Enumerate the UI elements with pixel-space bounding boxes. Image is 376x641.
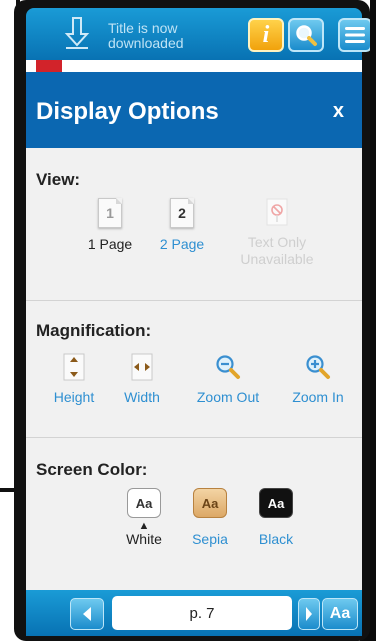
view-1-page-label: 1 Page xyxy=(87,236,133,252)
sepia-label: Sepia xyxy=(192,531,228,547)
zoom-in-label: Zoom In xyxy=(292,389,344,405)
screen-color-black-option[interactable]: Aa Black xyxy=(248,488,304,547)
view-section: View: 1 1 Page 2 2 Page Text Only Unavai… xyxy=(26,148,362,301)
black-swatch: Aa xyxy=(259,488,293,518)
previous-page-button[interactable] xyxy=(70,598,104,630)
zoom-in-option[interactable]: Zoom In xyxy=(282,353,354,405)
text-only-label: Text Only Unavailable xyxy=(240,234,314,267)
zoom-out-icon xyxy=(216,355,240,379)
page-number-field[interactable]: p. 7 xyxy=(112,596,292,630)
next-page-button[interactable] xyxy=(298,598,320,630)
page-number: p. 7 xyxy=(189,604,215,622)
fit-height-option[interactable]: Height xyxy=(42,353,106,405)
hamburger-menu-icon xyxy=(345,27,365,43)
fit-width-icon xyxy=(131,353,153,381)
screen-color-white-option[interactable]: Aa ▲ White xyxy=(118,488,170,547)
panel-title: Display Options xyxy=(36,98,219,125)
font-options-button[interactable]: Aa xyxy=(322,598,358,630)
screen-color-sepia-option[interactable]: Aa Sepia xyxy=(182,488,238,547)
screen-color-section: Screen Color: Aa ▲ White Aa Sepia Aa Bla… xyxy=(26,438,362,590)
bookmark-ribbon xyxy=(36,60,62,72)
two-page-icon: 2 xyxy=(170,198,194,228)
page-content-strip xyxy=(26,60,362,72)
zoom-out-label: Zoom Out xyxy=(196,389,260,405)
download-status: Title is now downloaded xyxy=(108,21,184,51)
close-button[interactable]: x xyxy=(333,100,344,123)
arrow-left-icon xyxy=(83,607,91,621)
view-2-page-label: 2 Page xyxy=(159,236,205,252)
panel-header: Display Options x xyxy=(26,72,362,148)
top-toolbar: Title is now downloaded i xyxy=(26,8,370,60)
zoom-in-icon xyxy=(306,355,330,379)
search-icon xyxy=(296,25,317,46)
download-icon xyxy=(64,17,90,49)
display-options-panel: Display Options x View: 1 1 Page 2 2 Pag… xyxy=(26,72,362,590)
black-label: Black xyxy=(258,531,294,547)
view-section-title: View: xyxy=(36,170,81,189)
view-text-only-option: Text Only Unavailable xyxy=(232,198,322,268)
download-status-line1: Title is now xyxy=(108,20,178,36)
screen-color-section-title: Screen Color: xyxy=(36,460,148,479)
fit-width-label: Width xyxy=(124,389,160,405)
magnification-section: Magnification: Height Width Zoom Out Zoo… xyxy=(26,301,362,438)
menu-button[interactable] xyxy=(338,18,370,52)
download-status-line2: downloaded xyxy=(108,35,184,51)
info-button[interactable]: i xyxy=(248,18,284,52)
device-screen: Title is now downloaded i Display Option… xyxy=(14,0,370,641)
fit-height-label: Height xyxy=(53,389,95,405)
search-button[interactable] xyxy=(288,18,324,52)
device-frame-right xyxy=(370,0,376,641)
view-1-page-option[interactable]: 1 1 Page xyxy=(78,198,142,252)
info-icon: i xyxy=(262,21,270,48)
font-icon: Aa xyxy=(329,605,351,622)
text-only-disabled-icon xyxy=(266,198,288,226)
zoom-out-option[interactable]: Zoom Out xyxy=(188,353,268,405)
fit-width-option[interactable]: Width xyxy=(110,353,174,405)
sepia-swatch: Aa xyxy=(193,488,227,518)
white-swatch: Aa xyxy=(127,488,161,518)
arrow-right-icon xyxy=(306,607,312,621)
selected-indicator-icon: ▲ xyxy=(138,520,150,532)
bottom-toolbar: p. 7 Aa xyxy=(26,590,362,636)
magnification-section-title: Magnification: xyxy=(36,321,152,340)
view-2-page-option[interactable]: 2 2 Page xyxy=(150,198,214,252)
single-page-icon: 1 xyxy=(98,198,122,228)
white-label: White xyxy=(126,531,162,547)
fit-height-icon xyxy=(63,353,85,381)
